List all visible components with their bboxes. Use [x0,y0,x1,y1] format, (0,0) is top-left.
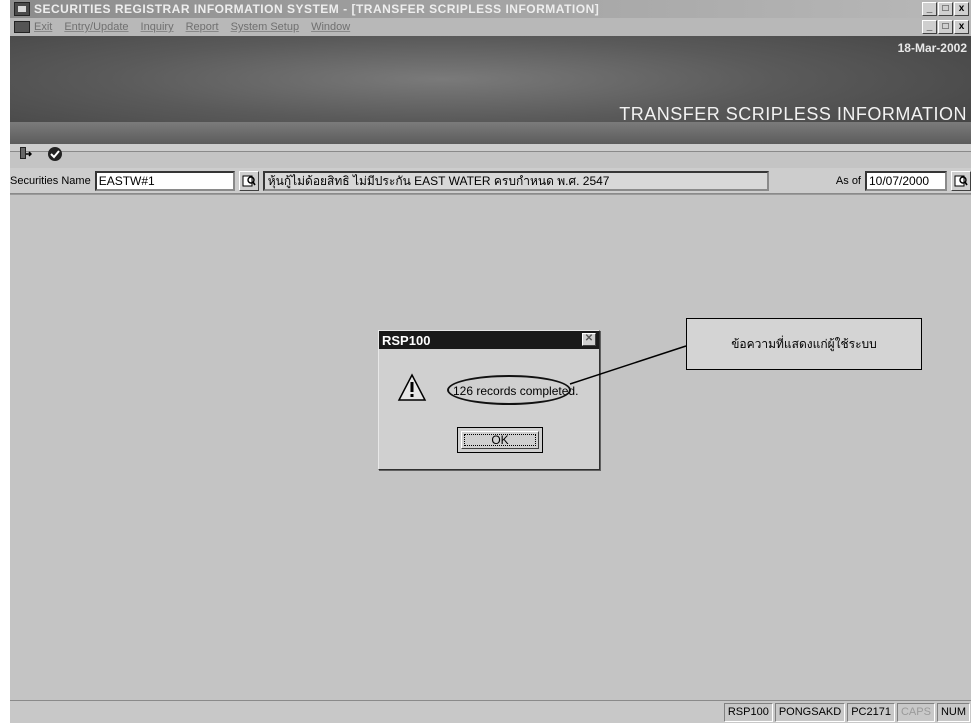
menu-window[interactable]: Window [311,21,350,33]
callout-text: ข้อความที่แสดงแก่ผู้ใช้ระบบ [731,336,877,351]
message-dialog: RSP100 ✕ 126 records completed. OK [378,330,600,470]
menu-report[interactable]: Report [186,21,219,33]
status-bar: RSP100 PONGSAKD PC2171 CAPS NUM [10,700,971,723]
document-icon[interactable] [14,21,30,33]
securities-lookup-button[interactable] [238,170,259,191]
ok-button[interactable]: OK [457,427,543,453]
check-icon[interactable] [44,144,66,164]
warning-icon [397,373,427,401]
dialog-title-bar: RSP100 ✕ [379,331,599,349]
lookup-icon [242,175,256,186]
child-close-button[interactable]: x [954,20,969,34]
status-user: PONGSAKD [774,702,846,722]
screen-title: TRANSFER SCRIPLESS INFORMATION [619,104,967,124]
close-button[interactable]: x [954,2,969,16]
as-of-label: As of [835,174,861,187]
as-of-date-field[interactable]: 10/07/2000 [865,170,947,191]
exit-door-icon[interactable] [14,144,36,164]
header-banner: 18-Mar-2002 TRANSFER SCRIPLESS INFORMATI… [10,36,971,144]
securities-name-label: Securities Name [10,174,91,187]
search-criteria: Securities Name EASTW#1 หุ้นกู้ไม่ด้อยสิ… [10,168,971,194]
message-highlight-ellipse [447,375,571,405]
lookup-icon [954,175,968,186]
ok-button-label: OK [461,431,539,449]
banner-band [10,122,971,144]
window-controls: _ □ x [922,2,969,16]
current-date: 18-Mar-2002 [897,41,967,55]
status-machine: PC2171 [847,702,895,722]
app-icon [14,2,30,16]
securities-name-field[interactable]: EASTW#1 [94,170,235,191]
annotation-callout: ข้อความที่แสดงแก่ผู้ใช้ระบบ [686,318,922,370]
date-lookup-button[interactable] [951,170,971,191]
child-maximize-button[interactable]: □ [938,20,953,34]
status-caps: CAPS [896,702,935,722]
minimize-button[interactable]: _ [922,2,937,16]
title-bar: SECURITIES REGISTRAR INFORMATION SYSTEM … [10,0,971,18]
menu-exit[interactable]: Exit [34,21,52,33]
child-window-controls: _ □ x [922,20,969,34]
dialog-title: RSP100 [382,332,431,348]
menu-entry-update[interactable]: Entry/Update [64,21,128,33]
toolbar-buttons [14,144,66,164]
status-num: NUM [936,702,970,722]
window-title: SECURITIES REGISTRAR INFORMATION SYSTEM … [34,2,600,16]
menu-bar: Exit Entry/Update Inquiry Report System … [10,18,971,36]
child-minimize-button[interactable]: _ [922,20,937,34]
securities-description: หุ้นกู้ไม่ด้อยสิทธิ ไม่มีประกัน EAST WAT… [262,170,769,191]
menu-system-setup[interactable]: System Setup [231,21,299,33]
toolbar [10,144,971,152]
dialog-close-button[interactable]: ✕ [582,333,596,346]
maximize-button[interactable]: □ [938,2,953,16]
status-program: RSP100 [723,702,773,722]
menu-inquiry[interactable]: Inquiry [141,21,174,33]
